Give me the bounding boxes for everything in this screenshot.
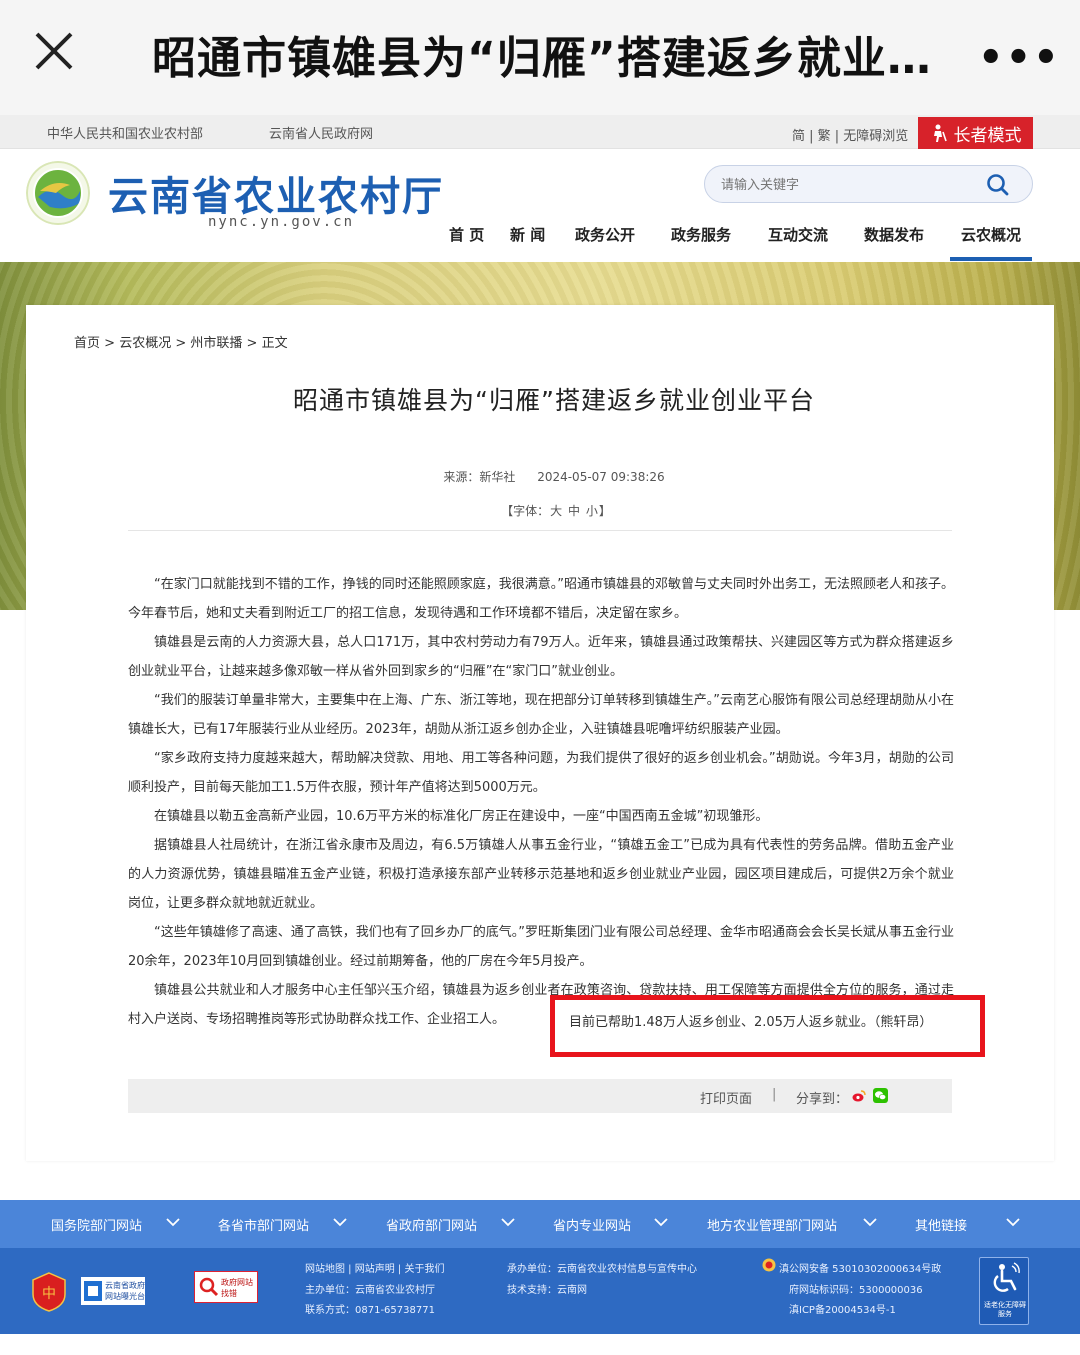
article-paragraph: “这些年镇雄修了高速、通了高铁，我们也有了回乡办厂的底气。”罗旺斯集团门业有限公… [128, 925, 954, 969]
chevron-down-icon[interactable] [501, 1217, 515, 1227]
footer-link-professional[interactable]: 省内专业网站 [553, 1215, 631, 1234]
article-paragraph: “我们的服装订单量非常大，主要集中在上海、广东、浙江等地，现在把部分订单转移到镇… [128, 693, 954, 737]
nav-active-indicator [950, 257, 1032, 261]
site-logo-emblem [26, 161, 90, 225]
breadcrumb-sep: > [171, 336, 191, 351]
site-url: nync.yn.gov.cn [208, 214, 355, 230]
footer-tech-support: 技术支持：云南网 [507, 1285, 587, 1296]
weibo-share-icon[interactable] [852, 1089, 866, 1103]
nav-item-gov-services[interactable]: 政务服务 [671, 224, 731, 245]
article-paragraph: 镇雄县是云南的人力资源大县，总人口171万，其中农村劳动力有79万人。近年来，镇… [128, 635, 954, 679]
gov-site-exposure-badge[interactable]: 云南省政府网站曝光台 [81, 1277, 145, 1305]
chevron-down-icon[interactable] [863, 1217, 877, 1227]
close-icon[interactable] [30, 27, 78, 75]
footer-link-other[interactable]: 其他链接 [915, 1215, 967, 1234]
footer-site-id: 府网站标识码：5300000036 [789, 1285, 923, 1296]
accessibility-service-button[interactable]: 适老化无障碍服务 [979, 1257, 1029, 1325]
nav-item-data-release[interactable]: 数据发布 [864, 224, 924, 245]
article-source: 来源：新华社 [443, 470, 516, 484]
article-datetime: 2024-05-07 09:38:26 [537, 470, 665, 484]
breadcrumb-current: 正文 [261, 336, 288, 351]
footer-undertaker: 承办单位：云南省农业农村信息与宣传中心 [507, 1264, 697, 1275]
article-paragraph: 据镇雄县人社局统计，在浙江省永康市及周边，有6.5万镇雄人从事五金行业，“镇雄五… [128, 838, 954, 911]
footer-link-gov-depts[interactable]: 省政府部门网站 [386, 1215, 477, 1234]
font-medium-button[interactable]: 中 [568, 504, 580, 518]
font-label-close: 】 [598, 504, 611, 518]
highlighted-sentence: 目前已帮助1.48万人返乡创业、2.05万人返乡就业。（熊轩昂） [569, 1015, 933, 1030]
app-bar: 昭通市镇雄县为“归雁”搭建返乡就业... ••• [0, 0, 1080, 115]
link-moa[interactable]: 中华人民共和国农业农村部 [47, 123, 203, 142]
article-paragraph: “家乡政府支持力度越来越大，帮助解决贷款、用地、用工等各种问题，为我们提供了很好… [128, 751, 954, 795]
gov-site-error-report-badge[interactable]: 政府网站找错 [194, 1271, 258, 1303]
breadcrumb: 首页 > 云农概况 > 州市联播 > 正文 [74, 332, 288, 351]
page-title: 昭通市镇雄县为“归雁”搭建返乡就业... [152, 33, 932, 84]
article-paragraph: “在家门口就能找到不错的工作，挣钱的同时还能照顾家庭，我很满意。”昭通市镇雄县的… [128, 577, 954, 621]
highlight-annotation-box: 目前已帮助1.48万人返乡创业、2.05万人返乡就业。（熊轩昂） [550, 995, 985, 1057]
wechat-share-icon[interactable] [873, 1088, 888, 1103]
footer-link-state-council[interactable]: 国务院部门网站 [51, 1215, 142, 1234]
toolbar-separator: | [772, 1087, 777, 1102]
article-body: “在家门口就能找到不错的工作，挣钱的同时还能照顾家庭，我很满意。”昭通市镇雄县的… [128, 570, 954, 1034]
font-label-open: 【字体： [501, 504, 550, 518]
footer-contact: 联系方式：0871-65738771 [305, 1305, 435, 1316]
footer-link-provincial-depts[interactable]: 各省市部门网站 [218, 1215, 309, 1234]
font-small-button[interactable]: 小 [586, 504, 598, 518]
elder-person-icon [933, 124, 947, 142]
article-title: 昭通市镇雄县为“归雁”搭建返乡就业创业平台 [293, 386, 815, 415]
search-box [704, 165, 1033, 203]
footer-site-links[interactable]: 网站地图 | 网站声明 | 关于我们 [305, 1260, 444, 1275]
font-large-button[interactable]: 大 [550, 504, 562, 518]
more-menu-icon[interactable]: ••• [978, 35, 1061, 81]
svg-text:中: 中 [42, 1286, 56, 1302]
breadcrumb-city-news[interactable]: 州市联播 [190, 336, 242, 351]
print-page-button[interactable]: 打印页面 [700, 1088, 752, 1107]
wheelchair-icon [993, 1262, 1020, 1292]
nav-item-home[interactable]: 首 页 [449, 224, 484, 245]
article-toolbar: 打印页面 | 分享到： [128, 1079, 952, 1113]
breadcrumb-home[interactable]: 首页 [74, 336, 100, 351]
breadcrumb-sep: > [242, 336, 262, 351]
footer-police-record[interactable]: 滇公网安备 53010302000634号政 [779, 1260, 941, 1275]
chevron-down-icon[interactable] [166, 1217, 180, 1227]
share-label: 分享到： [796, 1092, 849, 1107]
breadcrumb-overview[interactable]: 云农概况 [119, 336, 171, 351]
nav-item-interaction[interactable]: 互动交流 [768, 224, 828, 245]
elder-mode-button[interactable]: 长者模式 [918, 117, 1033, 149]
site-footer: 中 云南省政府网站曝光台 政府网站找错 网站地图 | 网站声明 | 关于我们 主… [0, 1248, 1080, 1334]
footer-organizer: 主办单位：云南省农业农村厅 [305, 1285, 435, 1296]
party-gov-badge-icon[interactable]: 中 [31, 1272, 67, 1312]
chevron-down-icon[interactable] [1006, 1217, 1020, 1227]
title-divider [128, 530, 952, 531]
magnifier-icon [199, 1277, 219, 1297]
accessibility-links[interactable]: 简 | 繁 | 无障碍浏览 [792, 125, 908, 144]
search-icon[interactable] [986, 173, 1010, 197]
nav-item-gov-affairs[interactable]: 政务公开 [575, 224, 635, 245]
elder-mode-label: 长者模式 [953, 125, 1022, 146]
link-yn-gov[interactable]: 云南省人民政府网 [269, 123, 373, 142]
site-header: 云南省农业农村厅 nync.yn.gov.cn 首 页 新 闻 政务公开 政务服… [0, 150, 1080, 262]
article-meta: 来源：新华社 2024-05-07 09:38:26 [26, 468, 1080, 485]
top-links-bar: 中华人民共和国农业农村部 云南省人民政府网 简 | 繁 | 无障碍浏览 长者模式 [0, 115, 1080, 149]
footer-links-bar: 国务院部门网站 各省市部门网站 省政府部门网站 省内专业网站 地方农业管理部门网… [0, 1200, 1080, 1248]
nav-item-news[interactable]: 新 闻 [510, 224, 545, 245]
breadcrumb-sep: > [100, 336, 120, 351]
accessibility-service-text: 适老化无障碍服务 [984, 1301, 1026, 1318]
search-input[interactable] [721, 174, 971, 196]
nav-item-overview[interactable]: 云农概况 [961, 224, 1021, 245]
error-report-badge-text: 政府网站找错 [221, 1278, 253, 1298]
police-badge-icon [762, 1258, 776, 1272]
chevron-down-icon[interactable] [333, 1217, 347, 1227]
article-paragraph: 在镇雄县以勒五金高新产业园，10.6万平方米的标准化厂房正在建设中，一座“中国西… [154, 809, 769, 824]
font-size-selector: 【字体：大 中 小】 [26, 502, 1080, 519]
chevron-down-icon[interactable] [654, 1217, 668, 1227]
footer-link-local-agri[interactable]: 地方农业管理部门网站 [707, 1215, 837, 1234]
footer-icp-record[interactable]: 滇ICP备20004534号-1 [789, 1301, 896, 1316]
exposure-badge-text: 云南省政府网站曝光台 [105, 1281, 145, 1301]
